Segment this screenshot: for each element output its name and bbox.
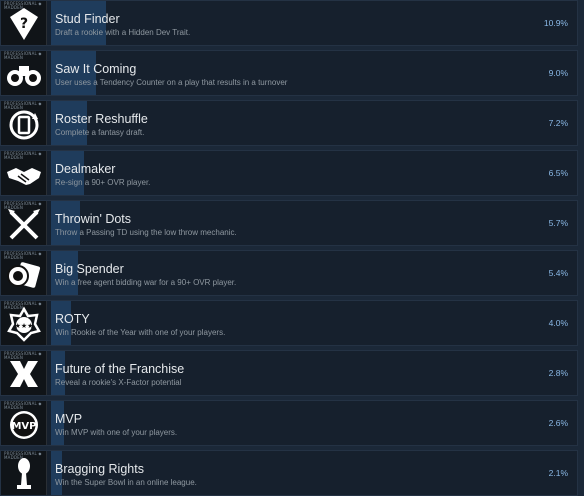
achievement-row[interactable]: PROFESSIONAL ◆ MADDEN ★★★ ROTY Win Rooki… bbox=[0, 300, 578, 346]
achievement-percent: 4.0% bbox=[548, 318, 568, 328]
achievement-name: Roster Reshuffle bbox=[55, 112, 148, 126]
achievement-description: Draft a rookie with a Hidden Dev Trait. bbox=[55, 28, 191, 37]
achievement-name: Dealmaker bbox=[55, 162, 116, 176]
achievement-description: Win Rookie of the Year with one of your … bbox=[55, 328, 226, 337]
achievement-row[interactable]: PROFESSIONAL ◆ MADDEN Roster Reshuffle C… bbox=[0, 100, 578, 146]
handshake-icon: PROFESSIONAL ◆ MADDEN bbox=[1, 151, 47, 195]
achievement-description: Win a free agent bidding war for a 90+ O… bbox=[55, 278, 237, 287]
achievement-name: Future of the Franchise bbox=[55, 362, 185, 376]
svg-text:?: ? bbox=[20, 16, 28, 32]
achievement-description: Throw a Passing TD using the low throw m… bbox=[55, 228, 237, 237]
achievement-name: MVP bbox=[55, 412, 83, 426]
achievement-percent: 9.0% bbox=[548, 68, 568, 78]
achievement-name: Bragging Rights bbox=[55, 462, 144, 476]
crossed-darts-icon: PROFESSIONAL ◆ MADDEN bbox=[1, 201, 47, 245]
achievement-row[interactable]: PROFESSIONAL ◆ MADDEN ? Stud Finder Draf… bbox=[0, 0, 578, 46]
achievement-row[interactable]: PROFESSIONAL ◆ MADDEN Future of the Fran… bbox=[0, 350, 578, 396]
achievement-description: Win the Super Bowl in an online league. bbox=[55, 478, 197, 487]
achievement-percent: 5.4% bbox=[548, 268, 568, 278]
achievement-row[interactable]: PROFESSIONAL ◆ MADDEN Bragging Rights Wi… bbox=[0, 450, 578, 496]
achievement-percent: 5.7% bbox=[548, 218, 568, 228]
mvp-badge-icon: PROFESSIONAL ◆ MADDEN MVP bbox=[1, 401, 47, 445]
achievement-percent: 2.6% bbox=[548, 418, 568, 428]
achievement-percent: 6.5% bbox=[548, 168, 568, 178]
achievement-row[interactable]: PROFESSIONAL ◆ MADDEN Big Spender Win a … bbox=[0, 250, 578, 296]
achievement-description: Re-sign a 90+ OVR player. bbox=[55, 178, 151, 187]
binoculars-icon: PROFESSIONAL ◆ MADDEN bbox=[1, 51, 47, 95]
achievement-description: Reveal a rookie's X-Factor potential bbox=[55, 378, 182, 387]
star-shield-icon: PROFESSIONAL ◆ MADDEN ★★★ bbox=[1, 301, 47, 345]
trophy-icon: PROFESSIONAL ◆ MADDEN bbox=[1, 451, 47, 495]
achievement-description: Complete a fantasy draft. bbox=[55, 128, 145, 137]
money-stack-icon: PROFESSIONAL ◆ MADDEN bbox=[1, 251, 47, 295]
achievement-name: Throwin' Dots bbox=[55, 212, 132, 226]
achievement-row[interactable]: PROFESSIONAL ◆ MADDEN Dealmaker Re-sign … bbox=[0, 150, 578, 196]
achievement-name: Big Spender bbox=[55, 262, 124, 276]
achievement-percent: 10.9% bbox=[543, 18, 568, 28]
achievement-list: PROFESSIONAL ◆ MADDEN ? Stud Finder Draf… bbox=[0, 0, 584, 496]
achievement-description: User uses a Tendency Counter on a play t… bbox=[55, 78, 288, 87]
achievement-name: Stud Finder bbox=[55, 12, 120, 26]
achievement-name: Saw It Coming bbox=[55, 62, 137, 76]
svg-text:★★★: ★★★ bbox=[15, 322, 34, 330]
cycle-card-icon: PROFESSIONAL ◆ MADDEN bbox=[1, 101, 47, 145]
achievement-row[interactable]: PROFESSIONAL ◆ MADDEN Saw It Coming User… bbox=[0, 50, 578, 96]
achievement-row[interactable]: PROFESSIONAL ◆ MADDEN MVP MVP Win MVP wi… bbox=[0, 400, 578, 446]
x-factor-icon: PROFESSIONAL ◆ MADDEN bbox=[1, 351, 47, 395]
achievement-name: ROTY bbox=[55, 312, 90, 326]
achievement-percent: 2.8% bbox=[548, 368, 568, 378]
achievement-percent: 7.2% bbox=[548, 118, 568, 128]
achievement-row[interactable]: PROFESSIONAL ◆ MADDEN Throwin' Dots Thro… bbox=[0, 200, 578, 246]
achievement-percent: 2.1% bbox=[548, 468, 568, 478]
achievement-description: Win MVP with one of your players. bbox=[55, 428, 178, 437]
diamond-question-icon: PROFESSIONAL ◆ MADDEN ? bbox=[1, 1, 47, 45]
svg-text:MVP: MVP bbox=[11, 421, 36, 432]
